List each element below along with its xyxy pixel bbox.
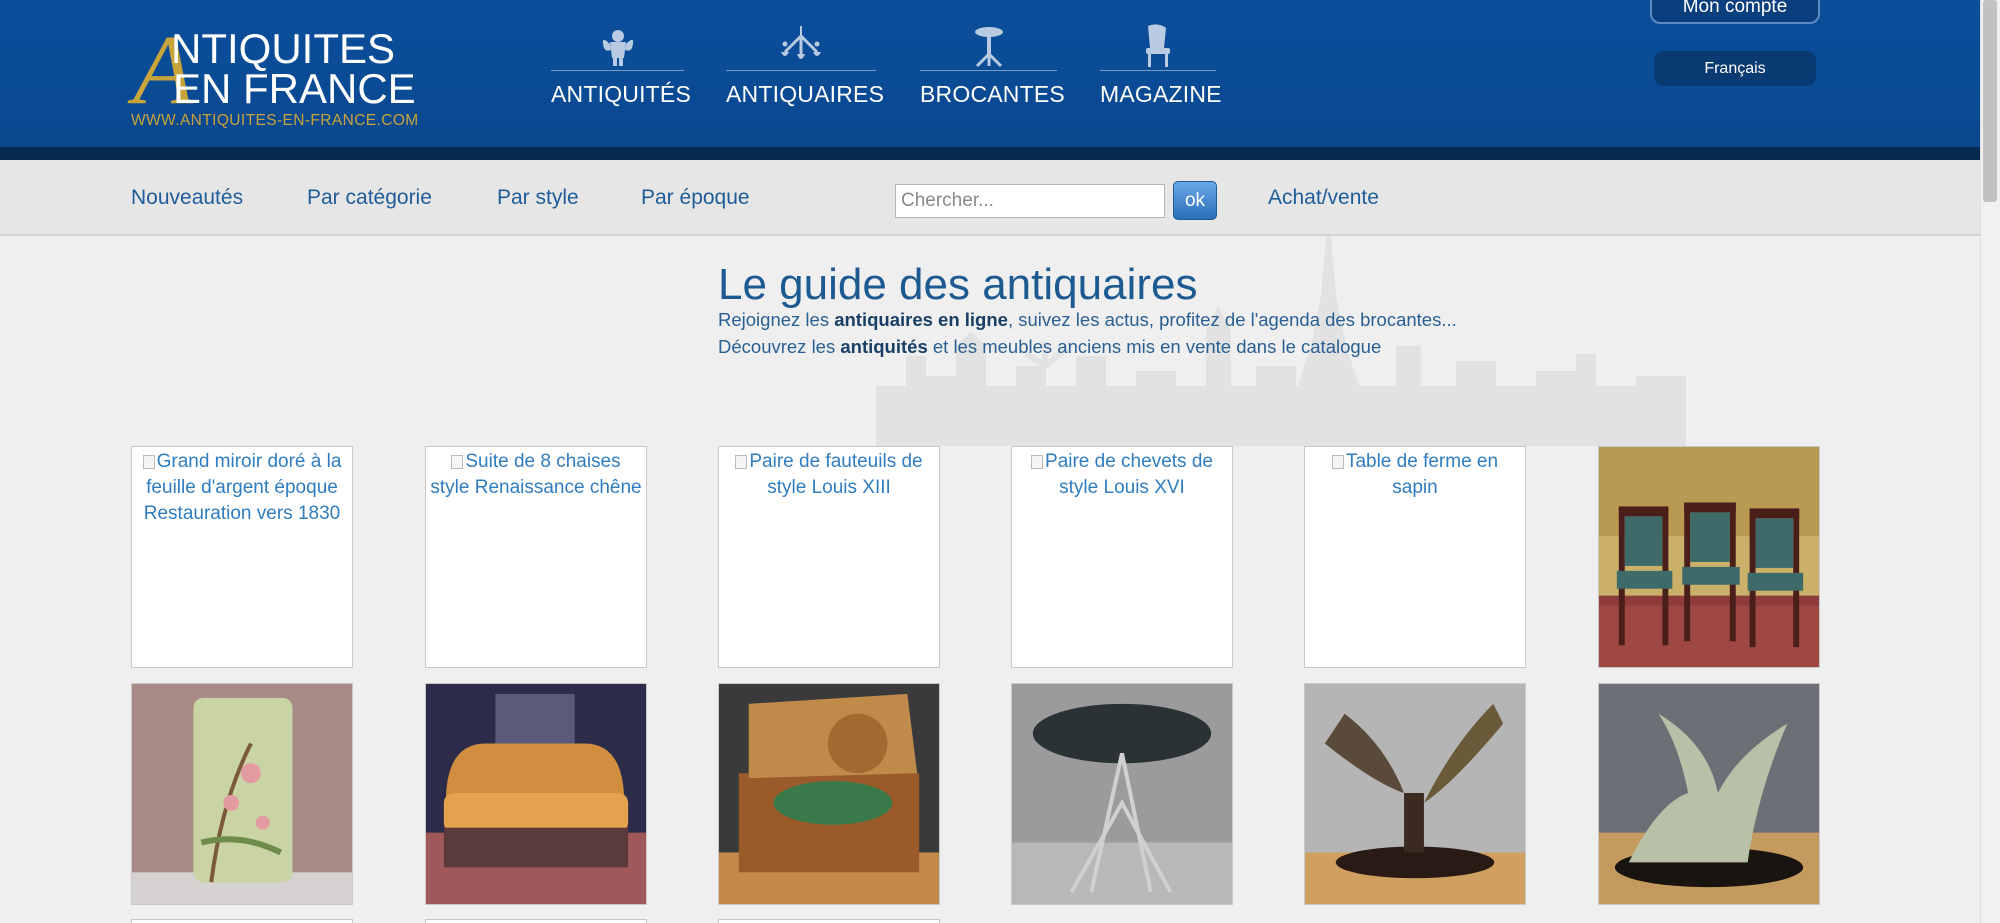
intro-line-1: Rejoignez les antiquaires en ligne, suiv… bbox=[718, 309, 1457, 330]
product-tile[interactable] bbox=[1011, 683, 1233, 905]
pedestal-table-icon bbox=[974, 27, 1003, 68]
green-birds-photo bbox=[1599, 684, 1819, 904]
intro-line-2: Découvrez les antiquités et les meubles … bbox=[718, 336, 1382, 357]
glass-table-photo bbox=[1012, 684, 1232, 904]
product-image-alt: Suite de 8 chaises style Renaissance chê… bbox=[430, 451, 642, 498]
product-tile[interactable]: Grand miroir doré à la feuille d'argent … bbox=[131, 446, 353, 668]
product-tile[interactable] bbox=[425, 683, 647, 905]
sub-navigation: Nouveautés Par catégorie Par style Par é… bbox=[0, 160, 1980, 236]
product-tile[interactable]: Paire de chevets de style Louis XVI bbox=[1011, 446, 1233, 668]
product-tile[interactable] bbox=[1598, 446, 1820, 668]
product-image-alt: Table de ferme en sapin bbox=[1305, 447, 1525, 503]
product-tile[interactable] bbox=[718, 919, 940, 923]
product-tile[interactable] bbox=[425, 919, 647, 923]
logo-line-2: EN FRANCE bbox=[173, 65, 416, 112]
site-logo[interactable]: A NTIQUITES EN FRANCE WWW.ANTIQUITES-EN-… bbox=[131, 20, 443, 132]
nav-magazine[interactable]: MAGAZINE bbox=[1100, 24, 1222, 108]
broken-image-icon bbox=[451, 455, 464, 469]
logo-url: WWW.ANTIQUITES-EN-FRANCE.COM bbox=[131, 112, 419, 129]
account-button[interactable]: Mon compte bbox=[1650, 0, 1820, 24]
broken-image-icon bbox=[1031, 455, 1044, 469]
chandelier-icon bbox=[781, 26, 821, 59]
search-input[interactable] bbox=[895, 184, 1165, 218]
nav-brocantes[interactable]: BROCANTES bbox=[920, 24, 1065, 108]
product-tile[interactable]: Suite de 8 chaises style Renaissance chê… bbox=[425, 446, 647, 668]
subnav-achat-vente[interactable]: Achat/vente bbox=[1268, 186, 1379, 210]
chair-icon bbox=[1146, 24, 1170, 67]
broken-image-icon bbox=[142, 455, 155, 469]
logo-line-1: NTIQUITES bbox=[171, 25, 396, 72]
search-submit-button[interactable]: ok bbox=[1173, 181, 1217, 220]
broken-image-icon bbox=[735, 455, 748, 469]
bronze-birds-photo bbox=[1305, 684, 1525, 904]
product-tile[interactable] bbox=[131, 683, 353, 905]
language-selector[interactable]: Français bbox=[1654, 51, 1816, 86]
product-tile[interactable]: Paire de fauteuils de style Louis XIII bbox=[718, 446, 940, 668]
product-image-alt: Paire de fauteuils de style Louis XIII bbox=[719, 447, 939, 503]
subnav-nouveautes[interactable]: Nouveautés bbox=[131, 186, 243, 210]
product-tile[interactable]: Table de ferme en sapin bbox=[1304, 446, 1526, 668]
product-image-alt: Grand miroir doré à la feuille d'argent … bbox=[142, 451, 342, 524]
product-tile[interactable] bbox=[1598, 683, 1820, 905]
broken-image-icon bbox=[1331, 455, 1344, 469]
nav-label: ANTIQUITÉS bbox=[551, 81, 692, 107]
subnav-par-style[interactable]: Par style bbox=[497, 186, 579, 210]
dining-chairs-photo bbox=[1599, 447, 1819, 667]
intro-link-antiquites[interactable]: antiquités bbox=[840, 336, 927, 357]
cherub-icon bbox=[602, 30, 633, 66]
intro-link-antiquaires[interactable]: antiquaires en ligne bbox=[834, 309, 1008, 330]
product-tile[interactable] bbox=[718, 683, 940, 905]
umbrella-vase-photo bbox=[132, 684, 352, 904]
subnav-par-categorie[interactable]: Par catégorie bbox=[307, 186, 432, 210]
nav-label: ANTIQUAIRES bbox=[726, 81, 885, 107]
nav-label: BROCANTES bbox=[920, 81, 1065, 107]
product-tile[interactable] bbox=[131, 919, 353, 923]
nav-antiquaires[interactable]: ANTIQUAIRES bbox=[726, 24, 885, 108]
product-image-alt: Paire de chevets de style Louis XVI bbox=[1012, 447, 1232, 503]
subnav-par-epoque[interactable]: Par époque bbox=[641, 186, 750, 210]
nav-antiquites[interactable]: ANTIQUITÉS bbox=[551, 24, 692, 108]
product-tile[interactable] bbox=[1304, 683, 1526, 905]
gramophone-photo bbox=[719, 684, 939, 904]
nav-label: MAGAZINE bbox=[1100, 81, 1222, 107]
orange-loveseat-photo bbox=[426, 684, 646, 904]
page-title: Le guide des antiquaires bbox=[718, 260, 1198, 309]
scrollbar-thumb[interactable] bbox=[1983, 0, 1997, 202]
header-strip bbox=[0, 147, 1980, 160]
